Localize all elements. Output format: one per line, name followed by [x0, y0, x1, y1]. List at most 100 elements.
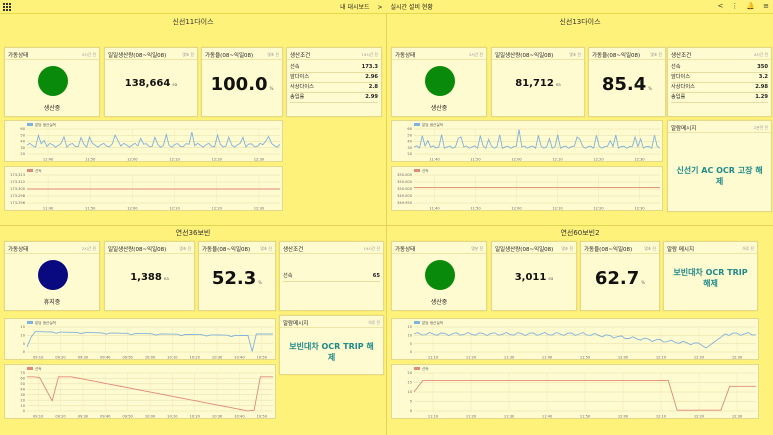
x-tick-label: 11:20: [466, 415, 477, 419]
x-tick-label: 12:00: [618, 415, 629, 419]
share-icon[interactable]: <: [718, 2, 724, 10]
x-tick-label: 10:50: [257, 415, 268, 419]
conditions-row: 송입률 1.29: [671, 93, 768, 103]
x-tick-label: 12:10: [656, 356, 667, 360]
legend-label[interactable]: 선속: [35, 366, 42, 371]
x-tick-label: 10:00: [145, 356, 156, 360]
legend-swatch[interactable]: [414, 169, 420, 172]
condition-value: 2.98: [755, 84, 768, 90]
production-unit: ea: [172, 82, 178, 87]
card-header-divider: [105, 59, 197, 60]
x-tick-label: 12:30: [254, 158, 265, 162]
y-tick-label: 15: [407, 325, 412, 329]
legend-swatch[interactable]: [27, 367, 33, 370]
production-chart-svg: 분당 생산실적 60 50 40 30 20 11:40 11:50 12:00 12:10 12:…: [407, 122, 661, 162]
legend-swatch[interactable]: [27, 169, 33, 172]
card-timestamp: 2분전 전: [753, 125, 768, 130]
card-title: 가동상태: [8, 247, 29, 253]
x-tick-label: 09:20: [55, 415, 66, 419]
production-conditions-card: 생산조건 19시간 전 선속 65: [279, 241, 384, 311]
legend-swatch[interactable]: [27, 123, 33, 126]
x-tick-label: 12:10: [656, 415, 667, 419]
card-timestamp: 4시간 전: [753, 52, 768, 57]
x-tick-label: 11:50: [580, 356, 591, 360]
conditions-row: 앞다이스 3.2: [671, 73, 768, 83]
y-tick-label: 350.000: [397, 187, 413, 191]
conditions-row: 선속 173.3: [290, 63, 378, 73]
x-tick-label: 10:30: [212, 356, 223, 360]
x-tick-label: 09:30: [78, 356, 89, 360]
production-series-line[interactable]: [413, 129, 661, 149]
y-tick-label: 60: [20, 377, 25, 381]
y-tick-label: 40: [407, 140, 412, 144]
alarm-message-card: 알람 메시지 하루 전 보빈대차 OCR TRIP 해제: [663, 241, 758, 311]
card-timestamp: 19시간 전: [361, 52, 378, 57]
card-timestamp: 몇초 전: [644, 246, 656, 251]
daily-production-value: 138,664 ea: [105, 78, 197, 89]
y-tick-label: 20: [20, 398, 25, 402]
card-title: 가동율(08~익일08): [202, 247, 251, 253]
production-series-line[interactable]: [26, 131, 281, 149]
y-tick-label: 5: [410, 400, 412, 404]
card-timestamp: 3시간 전: [468, 52, 483, 57]
y-tick-label: 0: [410, 409, 413, 413]
legend-label[interactable]: 분당 생산실적: [35, 122, 56, 127]
card-header-divider: [589, 59, 665, 60]
breadcrumb-dashboard[interactable]: 내 대시보드: [340, 4, 370, 11]
list-icon[interactable]: ≡: [763, 2, 769, 10]
more-vert-icon[interactable]: ⋮: [731, 2, 738, 10]
condition-value: 65: [372, 273, 380, 279]
machine-title: 연선60보빈2: [560, 229, 600, 237]
x-tick-label: 12:10: [552, 207, 563, 211]
production-unit: ea: [555, 82, 561, 87]
speed-chart-svg: 선속 70 605040 3020 100 09:10 09:20 09:30 09:40 09:…: [20, 366, 273, 419]
status-text: 생산중: [430, 105, 448, 112]
legend-swatch[interactable]: [414, 367, 420, 370]
x-tick-label: 12:10: [169, 207, 180, 211]
y-tick-label: 173.300: [10, 187, 26, 191]
x-tick-label: 11:10: [428, 356, 439, 360]
x-tick-label: 09:20: [55, 356, 66, 360]
x-tick-label: 09:10: [33, 356, 44, 360]
condition-name: 앞다이스: [671, 74, 691, 80]
x-tick-label: 11:50: [85, 207, 96, 211]
x-tick-label: 12:20: [212, 158, 223, 162]
alarm-message-text: 보빈대차 OCR TRIP 해제: [673, 268, 748, 288]
bell-icon[interactable]: 🔔: [746, 2, 755, 10]
conditions-row: 사상다이스 2.8: [290, 83, 378, 93]
status-lamp-icon: [425, 260, 455, 290]
x-tick-label: 10:40: [234, 356, 245, 360]
y-tick-label: 30: [407, 146, 412, 150]
y-tick-label: 70: [20, 371, 25, 375]
x-tick-label: 09:50: [122, 356, 133, 360]
condition-value: 173.3: [361, 64, 378, 70]
production-unit: ea: [548, 276, 554, 281]
legend-swatch[interactable]: [414, 321, 420, 324]
line-speed-chart: 선속 70 60 50 40 30 20 10 0 09:10 09:20 09:30 09:40 09:…: [4, 364, 276, 419]
breadcrumb-current: 실시간 설비 현황: [390, 4, 433, 11]
legend-swatch[interactable]: [414, 123, 420, 126]
x-tick-label: 11:10: [428, 415, 439, 419]
production-per-minute-chart: 분당 생산실적 60 50 40 30 20 11:40 11:50 12:00 12:10 12:…: [391, 120, 663, 162]
operation-rate-value: 62.7%: [581, 268, 659, 289]
legend-label[interactable]: 선속: [422, 168, 429, 173]
legend-label[interactable]: 분당 생산실적: [35, 320, 56, 325]
x-tick-label: 10:50: [257, 356, 268, 360]
legend-label[interactable]: 분당 생산실적: [422, 320, 443, 325]
legend-swatch[interactable]: [27, 321, 33, 324]
card-title: 알람메시지: [671, 126, 697, 132]
legend-label[interactable]: 분당 생산실적: [422, 122, 443, 127]
card-timestamp: 몇초 전: [179, 246, 191, 251]
y-tick-label: 173.313: [10, 173, 25, 177]
machine-title: 신선11다이스: [172, 18, 214, 26]
x-tick-label: 11:40: [542, 415, 553, 419]
card-timestamp: 몇초 전: [182, 52, 194, 57]
card-timestamp: 몇초 전: [569, 52, 581, 57]
card-timestamp: 몇분 전: [471, 246, 483, 251]
legend-label[interactable]: 선속: [422, 366, 429, 371]
legend-label[interactable]: 선속: [35, 168, 42, 173]
rate-number: 62.7: [594, 268, 640, 289]
conditions-row: 앞다이스 2.96: [290, 73, 378, 83]
card-header-divider: [392, 253, 486, 254]
x-tick-label: 11:50: [470, 158, 481, 162]
